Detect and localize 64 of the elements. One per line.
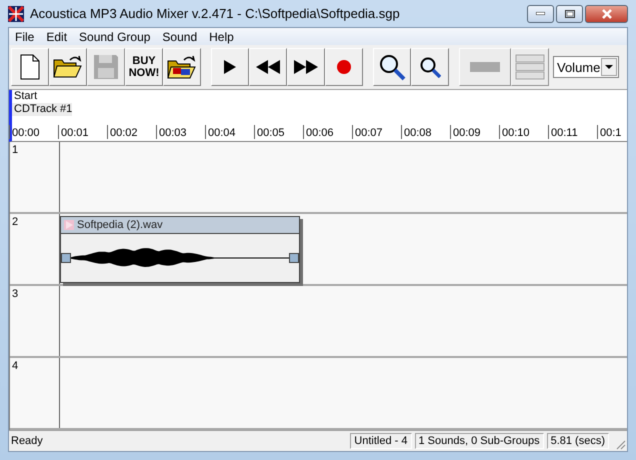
play-button[interactable] [211,48,249,86]
magnifier-icon [378,53,406,81]
track-number: 4 [10,358,60,428]
folder-icon [166,53,198,81]
time-tick: 00:00 [9,125,58,139]
menu-item[interactable]: Sound Group [73,30,156,44]
time-tick: 00:1 [597,125,622,139]
record-button[interactable] [325,48,363,86]
minimize-icon [536,12,545,15]
bar-icon [470,62,500,72]
view-dropdown[interactable]: Volume [553,56,619,78]
grid-icon [515,54,545,80]
status-text: Untitled - 4 [350,433,412,449]
import-button[interactable] [163,48,201,86]
status-text: 1 Sounds, 0 Sub-Groups [414,433,544,449]
time-tick: 00:02 [107,125,156,139]
open-button[interactable] [49,48,87,86]
zoom-out-button[interactable] [411,48,449,86]
menu-item[interactable]: Help [203,30,240,44]
magnifier-icon [419,56,441,78]
zoom-in-button[interactable] [373,48,411,86]
forward-button[interactable] [287,48,325,86]
open-folder-icon [52,54,84,80]
time-tick: 00:01 [58,125,107,139]
window-title: Acoustica MP3 Audio Mixer v.2.471 - C:\Softpedia\Softpedia.sgp [30,6,401,21]
buy-now-button[interactable]: BUY NOW! [125,48,163,86]
status-text: Ready [11,435,44,447]
time-tick: 00:05 [254,125,303,139]
play-icon [64,220,74,230]
resize-grip-icon [614,438,626,450]
menu-item[interactable]: Sound [156,30,204,44]
time-tick: 00:11 [548,125,597,139]
minimize-button[interactable] [527,4,554,22]
track-number: 1 [10,142,60,212]
time-tick: 00:10 [499,125,548,139]
fast-forward-icon [293,59,319,75]
close-icon [600,8,612,18]
record-icon [336,59,352,75]
menu-item[interactable]: Edit [40,30,74,44]
close-button[interactable] [585,4,628,22]
rewind-button[interactable] [249,48,287,86]
time-tick: 00:07 [352,125,401,139]
time-tick: 00:04 [205,125,254,139]
clip-name: Softpedia (2).wav [77,219,163,231]
track-number: 3 [10,286,60,356]
app-logo-icon [8,6,24,22]
new-document-icon [20,54,40,80]
maximize-button[interactable] [556,4,583,22]
time-tick: 00:03 [156,125,205,139]
menu-item[interactable]: File [9,30,40,44]
time-tick: 00:08 [401,125,450,139]
play-icon [223,59,237,75]
envelope-handle[interactable] [289,253,299,263]
time-tick: 00:06 [303,125,352,139]
envelope-handle[interactable] [61,253,71,263]
dropdown-arrow-icon [605,65,613,69]
sound-clip[interactable]: Softpedia (2).wav [60,216,300,283]
maximize-icon [564,10,574,18]
marker-label: Start [13,90,38,103]
new-button[interactable] [11,48,49,86]
rewind-icon [255,59,281,75]
status-text: 5.81 (secs) [546,433,609,449]
track-name: CDTrack #1 [12,103,72,116]
time-tick: 00:09 [450,125,499,139]
